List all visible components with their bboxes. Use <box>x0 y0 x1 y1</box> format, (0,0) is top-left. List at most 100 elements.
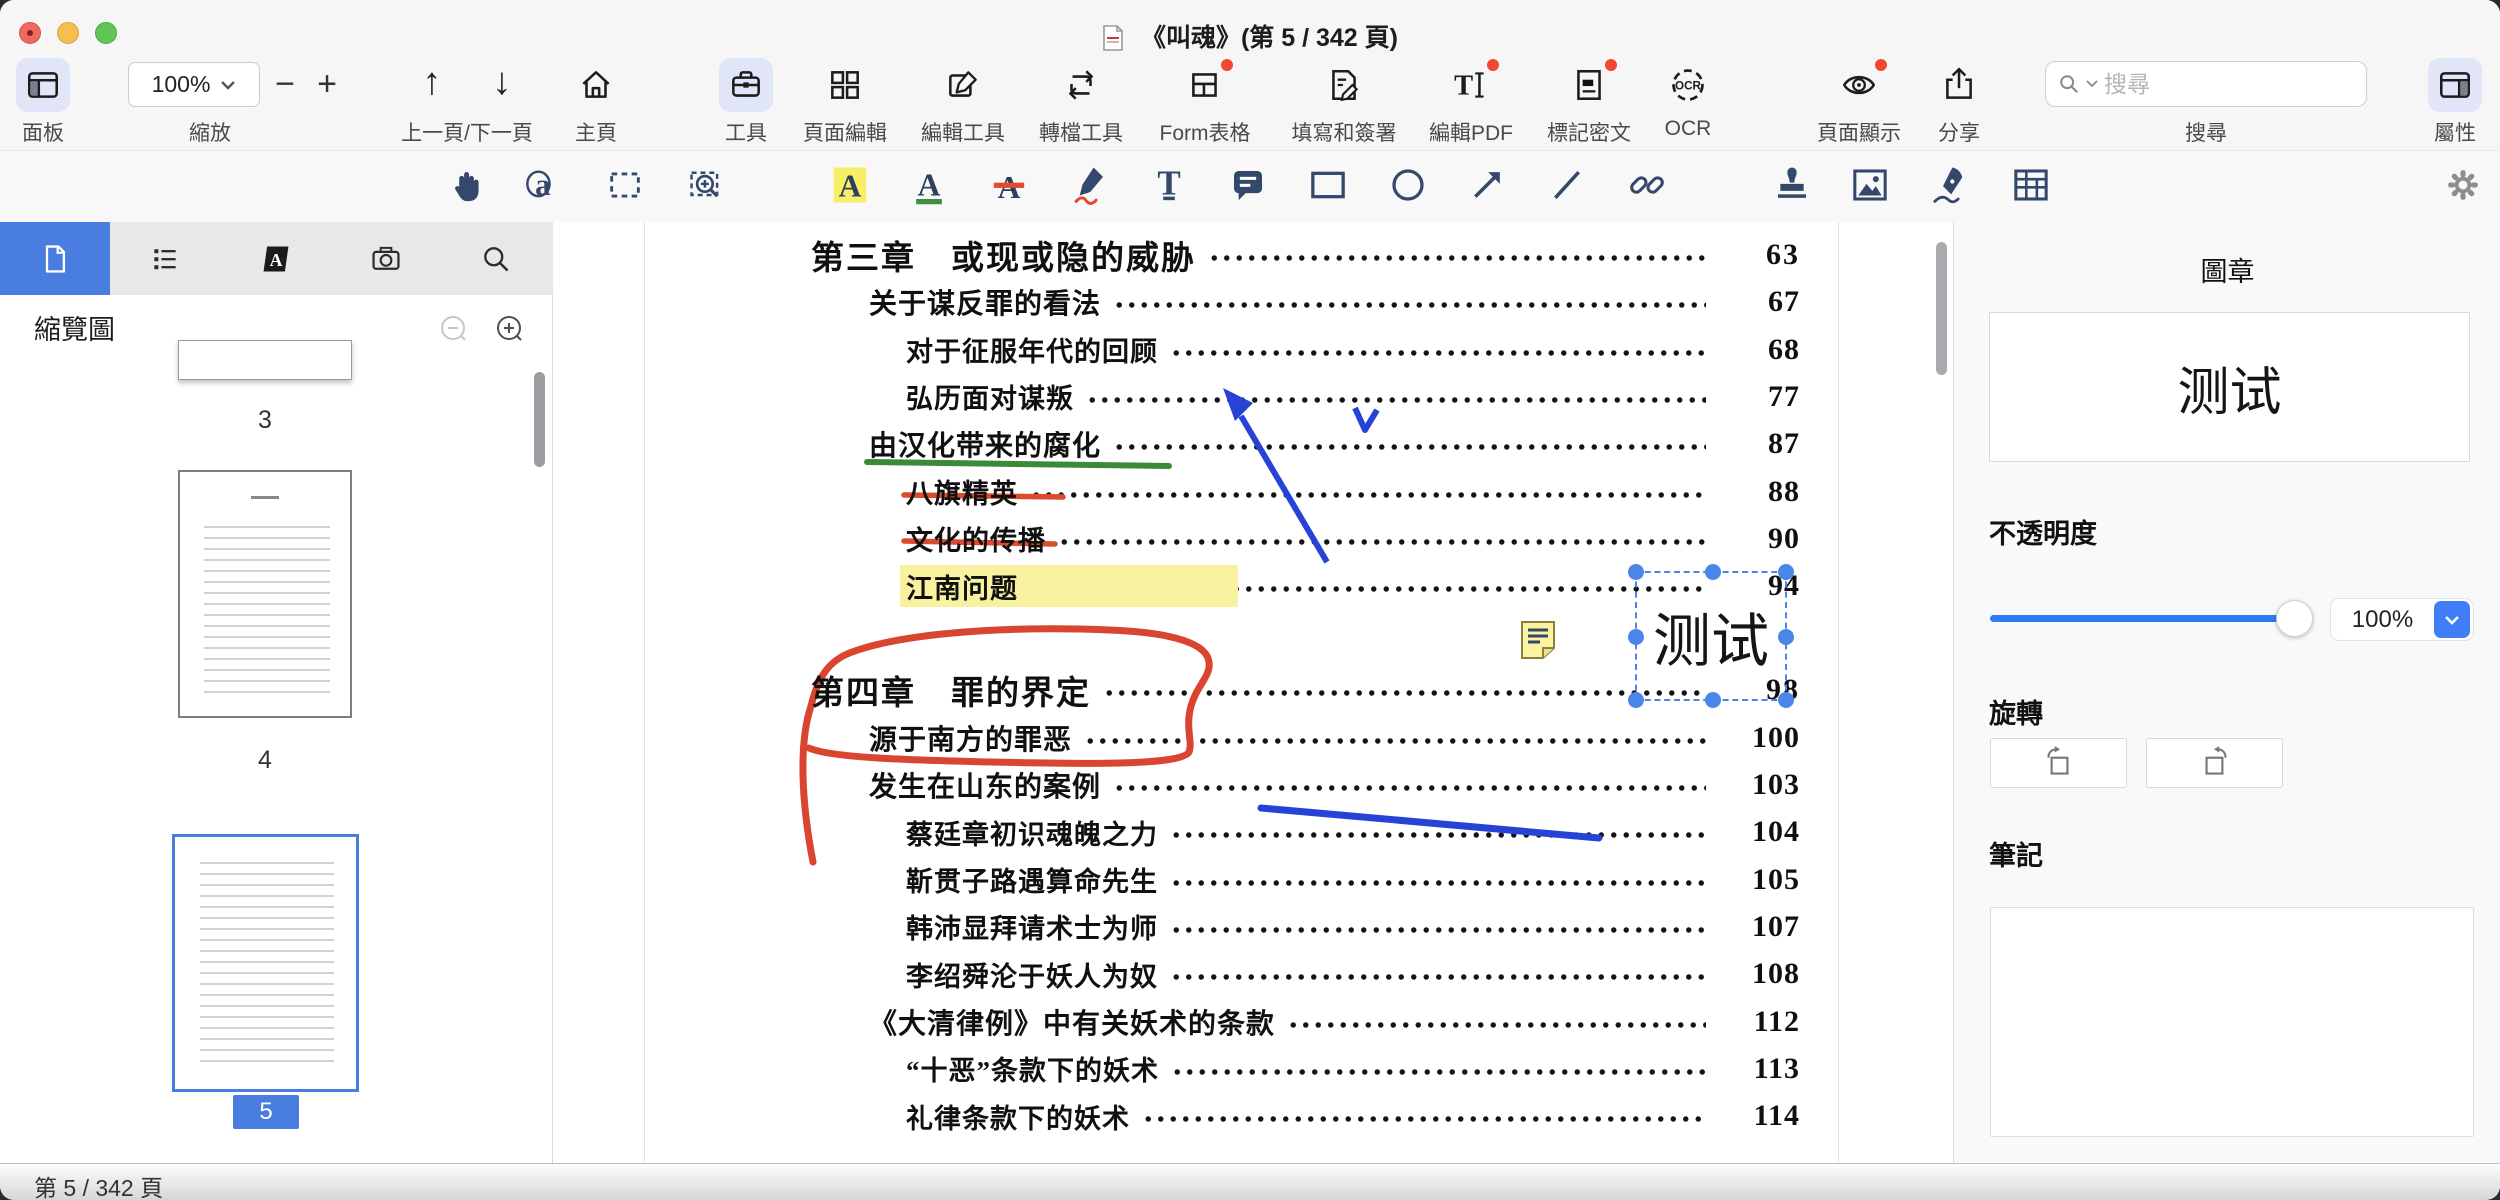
settings-button[interactable] <box>2437 159 2489 211</box>
convert-tab[interactable]: 轉檔工具 <box>1026 58 1136 147</box>
edit-tools-tab[interactable]: 編輯工具 <box>908 58 1018 147</box>
share-icon <box>1932 58 1986 112</box>
ocr-tab[interactable]: OCR OCR <box>1643 58 1733 141</box>
zoom-area-icon <box>686 165 726 205</box>
thumbnail-page-5[interactable] <box>172 834 359 1092</box>
page-edit-tab[interactable]: 頁面編輯 <box>790 58 900 147</box>
search-input[interactable] <box>2104 71 2314 98</box>
outline-list-icon <box>149 243 181 275</box>
dot-leader <box>1208 251 1706 265</box>
form-tab[interactable]: Form表格 <box>1145 58 1265 147</box>
rectangle-tool-button[interactable] <box>1302 159 1354 211</box>
stamp-tool-button[interactable] <box>1766 159 1818 211</box>
svg-text:T: T <box>1454 71 1473 102</box>
thumbnail-page-3[interactable] <box>178 340 352 380</box>
marquee-select-tool-button[interactable] <box>599 159 651 211</box>
pencil-icon <box>1068 164 1110 206</box>
toc-entry-page: 87 <box>1718 427 1800 461</box>
thumbnail-page-4[interactable] <box>178 470 352 718</box>
viewer-scrollbar-thumb[interactable] <box>1936 242 1947 375</box>
sidebar-tab-thumbnails[interactable] <box>0 222 110 295</box>
underline-tool-button[interactable]: A <box>903 159 955 211</box>
page-left-edge <box>644 222 645 1163</box>
resize-handle-e[interactable] <box>1778 629 1794 645</box>
chevron-down-icon <box>220 80 236 90</box>
table-tool-button[interactable] <box>2005 159 2057 211</box>
line-tool-button[interactable] <box>1541 159 1593 211</box>
zoom-out-button[interactable]: − <box>263 62 307 107</box>
resize-handle-sw[interactable] <box>1628 692 1644 708</box>
sidebar-tabbar: A <box>0 222 553 295</box>
toc-entry: 关于谋反罪的看法67 <box>869 279 1800 325</box>
thumbnail-zoom-out-icon[interactable] <box>438 313 470 345</box>
arrow-icon <box>1466 164 1508 206</box>
rotate-right-button[interactable] <box>2146 738 2283 788</box>
zoom-in-button[interactable]: + <box>305 62 349 107</box>
fill-sign-icon <box>1317 58 1371 112</box>
toc-entry-page: 103 <box>1718 768 1800 802</box>
grid-icon <box>818 58 872 112</box>
next-page-button[interactable]: ↓ <box>474 56 530 108</box>
opacity-slider[interactable] <box>1990 615 2294 622</box>
pencil-tool-button[interactable] <box>1063 159 1115 211</box>
fill-sign-tab[interactable]: 填寫和簽署 <box>1274 58 1414 147</box>
properties-button[interactable]: 屬性 <box>2410 58 2500 147</box>
share-button[interactable]: 分享 <box>1914 58 2004 147</box>
page-display-tab[interactable]: 頁面顯示 <box>1804 58 1914 147</box>
ellipse-tool-button[interactable] <box>1382 159 1434 211</box>
image-tool-button[interactable] <box>1844 159 1896 211</box>
toc-entry-title: 李绍舜沦于妖人为奴 <box>906 955 1158 994</box>
zoom-select-tool-button[interactable] <box>680 159 732 211</box>
notes-textarea[interactable] <box>1990 907 2474 1137</box>
eye-icon <box>1832 58 1886 112</box>
stamp-object[interactable]: 测试 <box>1635 571 1787 701</box>
link-icon <box>1626 164 1668 206</box>
hand-tool-button[interactable] <box>441 159 493 211</box>
signature-tool-button[interactable] <box>1924 159 1976 211</box>
edit-pdf-tab[interactable]: T 編輯PDF <box>1416 58 1526 147</box>
tools-tab[interactable]: 工具 <box>701 58 791 147</box>
search-field[interactable] <box>2045 61 2367 107</box>
sidebar-tab-snapshot[interactable] <box>331 222 441 295</box>
resize-handle-n[interactable] <box>1705 564 1721 580</box>
gear-icon <box>2444 166 2482 204</box>
previous-page-button[interactable]: ↑ <box>404 56 460 108</box>
thumbnail-zoom-in-icon[interactable] <box>494 313 526 345</box>
opacity-slider-knob[interactable] <box>2276 600 2313 637</box>
toc-entry-title: 关于谋反罪的看法 <box>869 282 1101 322</box>
sidebar-tab-outline[interactable] <box>110 222 220 295</box>
marquee-icon <box>605 165 645 205</box>
stamp-preview-box[interactable]: 测试 <box>1989 312 2470 462</box>
note-tool-button[interactable] <box>1222 159 1274 211</box>
chevron-down-icon[interactable] <box>2434 601 2470 638</box>
text-tool-button[interactable]: T <box>1143 159 1195 211</box>
sidebar-tab-annotations[interactable]: A <box>221 222 331 295</box>
zoom-level-dropdown[interactable]: 100% <box>128 62 260 107</box>
toc-entry-page: 114 <box>1718 1099 1800 1133</box>
panel-button[interactable]: 面板 <box>0 58 88 147</box>
text-select-icon: a <box>524 165 564 205</box>
sidebar-tab-search[interactable] <box>441 222 551 295</box>
strikethrough-tool-button[interactable]: A <box>983 159 1035 211</box>
toc-entry-title: 蔡廷章初识魂魄之力 <box>906 813 1158 852</box>
resize-handle-se[interactable] <box>1778 692 1794 708</box>
resize-handle-w[interactable] <box>1628 629 1644 645</box>
arrow-tool-button[interactable] <box>1461 159 1513 211</box>
resize-handle-s[interactable] <box>1705 692 1721 708</box>
toc-entry-page: 107 <box>1718 910 1800 944</box>
toc-entry: 李绍舜沦于妖人为奴108 <box>906 951 1800 997</box>
dot-leader <box>1170 970 1706 984</box>
sidebar-scrollbar-thumb[interactable] <box>534 372 545 467</box>
resize-handle-ne[interactable] <box>1778 564 1794 580</box>
highlight-tool-button[interactable]: A <box>824 159 876 211</box>
sticky-note-icon[interactable] <box>1520 620 1556 660</box>
link-tool-button[interactable] <box>1621 159 1673 211</box>
resize-handle-nw[interactable] <box>1628 564 1644 580</box>
redact-tab[interactable]: 標記密文 <box>1534 58 1644 147</box>
text-select-tool-button[interactable]: a <box>518 159 570 211</box>
rotate-left-button[interactable] <box>1990 738 2127 788</box>
opacity-value-dropdown[interactable]: 100% <box>2330 598 2474 641</box>
ocr-icon: OCR <box>1661 58 1715 112</box>
notification-dot <box>1219 57 1235 73</box>
home-button[interactable]: 主頁 <box>551 58 641 147</box>
